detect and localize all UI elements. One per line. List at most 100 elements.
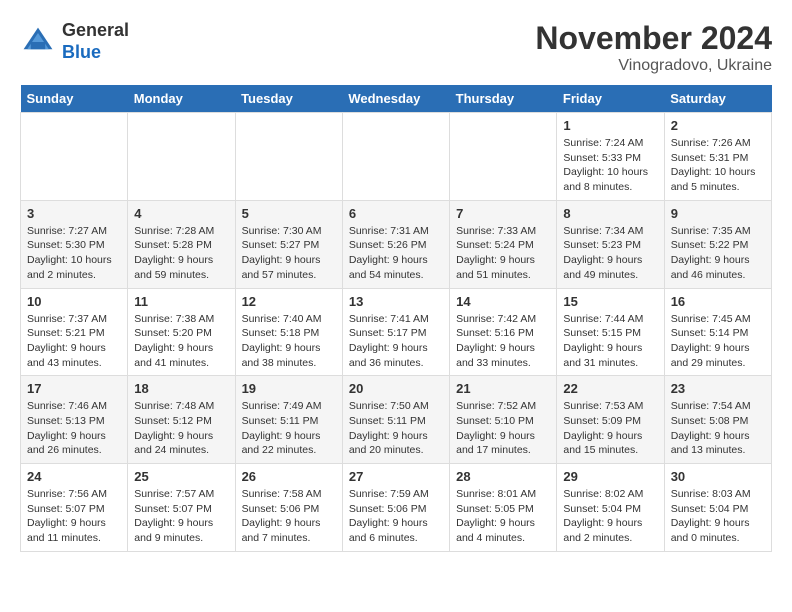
day-info: Sunrise: 7:41 AM Sunset: 5:17 PM Dayligh… bbox=[349, 312, 443, 371]
day-info: Sunrise: 7:37 AM Sunset: 5:21 PM Dayligh… bbox=[27, 312, 121, 371]
day-info: Sunrise: 7:54 AM Sunset: 5:08 PM Dayligh… bbox=[671, 399, 765, 458]
day-number: 25 bbox=[134, 469, 228, 484]
day-info: Sunrise: 7:52 AM Sunset: 5:10 PM Dayligh… bbox=[456, 399, 550, 458]
day-cell: 21 Sunrise: 7:52 AM Sunset: 5:10 PM Dayli… bbox=[450, 376, 557, 464]
day-number: 27 bbox=[349, 469, 443, 484]
day-number: 2 bbox=[671, 118, 765, 133]
day-number: 19 bbox=[242, 381, 336, 396]
day-info: Sunrise: 7:27 AM Sunset: 5:30 PM Dayligh… bbox=[27, 224, 121, 283]
weekday-header-friday: Friday bbox=[557, 85, 664, 113]
week-row-5: 24 Sunrise: 7:56 AM Sunset: 5:07 PM Dayli… bbox=[21, 464, 772, 552]
day-number: 7 bbox=[456, 206, 550, 221]
day-cell: 23 Sunrise: 7:54 AM Sunset: 5:08 PM Dayli… bbox=[664, 376, 771, 464]
day-number: 9 bbox=[671, 206, 765, 221]
day-cell: 7Sunrise: 7:33 AM Sunset: 5:24 PM Daylig… bbox=[450, 200, 557, 288]
day-number: 20 bbox=[349, 381, 443, 396]
day-cell: 15Sunrise: 7:44 AM Sunset: 5:15 PM Dayli… bbox=[557, 288, 664, 376]
day-info: Sunrise: 7:56 AM Sunset: 5:07 PM Dayligh… bbox=[27, 487, 121, 546]
day-cell: 19 Sunrise: 7:49 AM Sunset: 5:11 PM Dayli… bbox=[235, 376, 342, 464]
day-cell: 16 Sunrise: 7:45 AM Sunset: 5:14 PM Dayli… bbox=[664, 288, 771, 376]
day-number: 13 bbox=[349, 294, 443, 309]
day-info: Sunrise: 8:02 AM Sunset: 5:04 PM Dayligh… bbox=[563, 487, 657, 546]
day-number: 8 bbox=[563, 206, 657, 221]
day-cell: 1 Sunrise: 7:24 AM Sunset: 5:33 PM Daylig… bbox=[557, 113, 664, 201]
day-cell: 12 Sunrise: 7:40 AM Sunset: 5:18 PM Dayli… bbox=[235, 288, 342, 376]
day-cell bbox=[21, 113, 128, 201]
day-info: Sunrise: 8:01 AM Sunset: 5:05 PM Dayligh… bbox=[456, 487, 550, 546]
header-area: General Blue November 2024 Vinogradovo, … bbox=[20, 20, 772, 75]
day-info: Sunrise: 7:28 AM Sunset: 5:28 PM Dayligh… bbox=[134, 224, 228, 283]
day-cell: 11Sunrise: 7:38 AM Sunset: 5:20 PM Dayli… bbox=[128, 288, 235, 376]
logo: General Blue bbox=[20, 20, 129, 63]
weekday-header-wednesday: Wednesday bbox=[342, 85, 449, 113]
day-cell: 28 Sunrise: 8:01 AM Sunset: 5:05 PM Dayli… bbox=[450, 464, 557, 552]
day-cell: 5 Sunrise: 7:30 AM Sunset: 5:27 PM Daylig… bbox=[235, 200, 342, 288]
week-row-1: 1 Sunrise: 7:24 AM Sunset: 5:33 PM Daylig… bbox=[21, 113, 772, 201]
day-info: Sunrise: 7:46 AM Sunset: 5:13 PM Dayligh… bbox=[27, 399, 121, 458]
day-number: 3 bbox=[27, 206, 121, 221]
day-cell: 17 Sunrise: 7:46 AM Sunset: 5:13 PM Dayli… bbox=[21, 376, 128, 464]
day-info: Sunrise: 7:30 AM Sunset: 5:27 PM Dayligh… bbox=[242, 224, 336, 283]
day-number: 14 bbox=[456, 294, 550, 309]
day-number: 10 bbox=[27, 294, 121, 309]
day-info: Sunrise: 7:26 AM Sunset: 5:31 PM Dayligh… bbox=[671, 136, 765, 195]
day-info: Sunrise: 7:35 AM Sunset: 5:22 PM Dayligh… bbox=[671, 224, 765, 283]
day-cell: 30Sunrise: 8:03 AM Sunset: 5:04 PM Dayli… bbox=[664, 464, 771, 552]
day-info: Sunrise: 7:57 AM Sunset: 5:07 PM Dayligh… bbox=[134, 487, 228, 546]
day-number: 16 bbox=[671, 294, 765, 309]
day-number: 29 bbox=[563, 469, 657, 484]
week-row-3: 10 Sunrise: 7:37 AM Sunset: 5:21 PM Dayli… bbox=[21, 288, 772, 376]
day-number: 5 bbox=[242, 206, 336, 221]
weekday-header-saturday: Saturday bbox=[664, 85, 771, 113]
day-cell: 18Sunrise: 7:48 AM Sunset: 5:12 PM Dayli… bbox=[128, 376, 235, 464]
day-number: 23 bbox=[671, 381, 765, 396]
day-number: 18 bbox=[134, 381, 228, 396]
weekday-header-thursday: Thursday bbox=[450, 85, 557, 113]
weekday-header-tuesday: Tuesday bbox=[235, 85, 342, 113]
day-cell bbox=[450, 113, 557, 201]
day-info: Sunrise: 7:58 AM Sunset: 5:06 PM Dayligh… bbox=[242, 487, 336, 546]
day-cell: 29 Sunrise: 8:02 AM Sunset: 5:04 PM Dayli… bbox=[557, 464, 664, 552]
day-info: Sunrise: 7:53 AM Sunset: 5:09 PM Dayligh… bbox=[563, 399, 657, 458]
logo-icon bbox=[20, 24, 56, 60]
day-cell: 3 Sunrise: 7:27 AM Sunset: 5:30 PM Daylig… bbox=[21, 200, 128, 288]
day-cell: 14 Sunrise: 7:42 AM Sunset: 5:16 PM Dayli… bbox=[450, 288, 557, 376]
weekday-header-row: SundayMondayTuesdayWednesdayThursdayFrid… bbox=[21, 85, 772, 113]
day-info: Sunrise: 7:50 AM Sunset: 5:11 PM Dayligh… bbox=[349, 399, 443, 458]
day-number: 26 bbox=[242, 469, 336, 484]
day-cell: 4Sunrise: 7:28 AM Sunset: 5:28 PM Daylig… bbox=[128, 200, 235, 288]
week-row-4: 17 Sunrise: 7:46 AM Sunset: 5:13 PM Dayli… bbox=[21, 376, 772, 464]
calendar-table: SundayMondayTuesdayWednesdayThursdayFrid… bbox=[20, 85, 772, 552]
day-cell: 25 Sunrise: 7:57 AM Sunset: 5:07 PM Dayli… bbox=[128, 464, 235, 552]
logo-text: General Blue bbox=[62, 20, 129, 63]
day-info: Sunrise: 7:59 AM Sunset: 5:06 PM Dayligh… bbox=[349, 487, 443, 546]
calendar-title: November 2024 bbox=[535, 20, 772, 57]
day-number: 15 bbox=[563, 294, 657, 309]
day-info: Sunrise: 7:24 AM Sunset: 5:33 PM Dayligh… bbox=[563, 136, 657, 195]
day-cell bbox=[342, 113, 449, 201]
day-cell: 10 Sunrise: 7:37 AM Sunset: 5:21 PM Dayli… bbox=[21, 288, 128, 376]
day-cell: 9 Sunrise: 7:35 AM Sunset: 5:22 PM Daylig… bbox=[664, 200, 771, 288]
day-cell: 22 Sunrise: 7:53 AM Sunset: 5:09 PM Dayli… bbox=[557, 376, 664, 464]
day-cell: 13 Sunrise: 7:41 AM Sunset: 5:17 PM Dayli… bbox=[342, 288, 449, 376]
day-number: 11 bbox=[134, 294, 228, 309]
calendar-subtitle: Vinogradovo, Ukraine bbox=[535, 57, 772, 75]
week-row-2: 3 Sunrise: 7:27 AM Sunset: 5:30 PM Daylig… bbox=[21, 200, 772, 288]
day-cell: 20 Sunrise: 7:50 AM Sunset: 5:11 PM Dayli… bbox=[342, 376, 449, 464]
day-cell: 6 Sunrise: 7:31 AM Sunset: 5:26 PM Daylig… bbox=[342, 200, 449, 288]
day-info: Sunrise: 7:31 AM Sunset: 5:26 PM Dayligh… bbox=[349, 224, 443, 283]
day-number: 12 bbox=[242, 294, 336, 309]
day-number: 1 bbox=[563, 118, 657, 133]
day-info: Sunrise: 8:03 AM Sunset: 5:04 PM Dayligh… bbox=[671, 487, 765, 546]
day-info: Sunrise: 7:42 AM Sunset: 5:16 PM Dayligh… bbox=[456, 312, 550, 371]
day-number: 24 bbox=[27, 469, 121, 484]
day-number: 22 bbox=[563, 381, 657, 396]
day-number: 28 bbox=[456, 469, 550, 484]
day-number: 17 bbox=[27, 381, 121, 396]
title-area: November 2024 Vinogradovo, Ukraine bbox=[535, 20, 772, 75]
day-info: Sunrise: 7:45 AM Sunset: 5:14 PM Dayligh… bbox=[671, 312, 765, 371]
day-number: 21 bbox=[456, 381, 550, 396]
day-number: 6 bbox=[349, 206, 443, 221]
day-info: Sunrise: 7:40 AM Sunset: 5:18 PM Dayligh… bbox=[242, 312, 336, 371]
day-info: Sunrise: 7:49 AM Sunset: 5:11 PM Dayligh… bbox=[242, 399, 336, 458]
